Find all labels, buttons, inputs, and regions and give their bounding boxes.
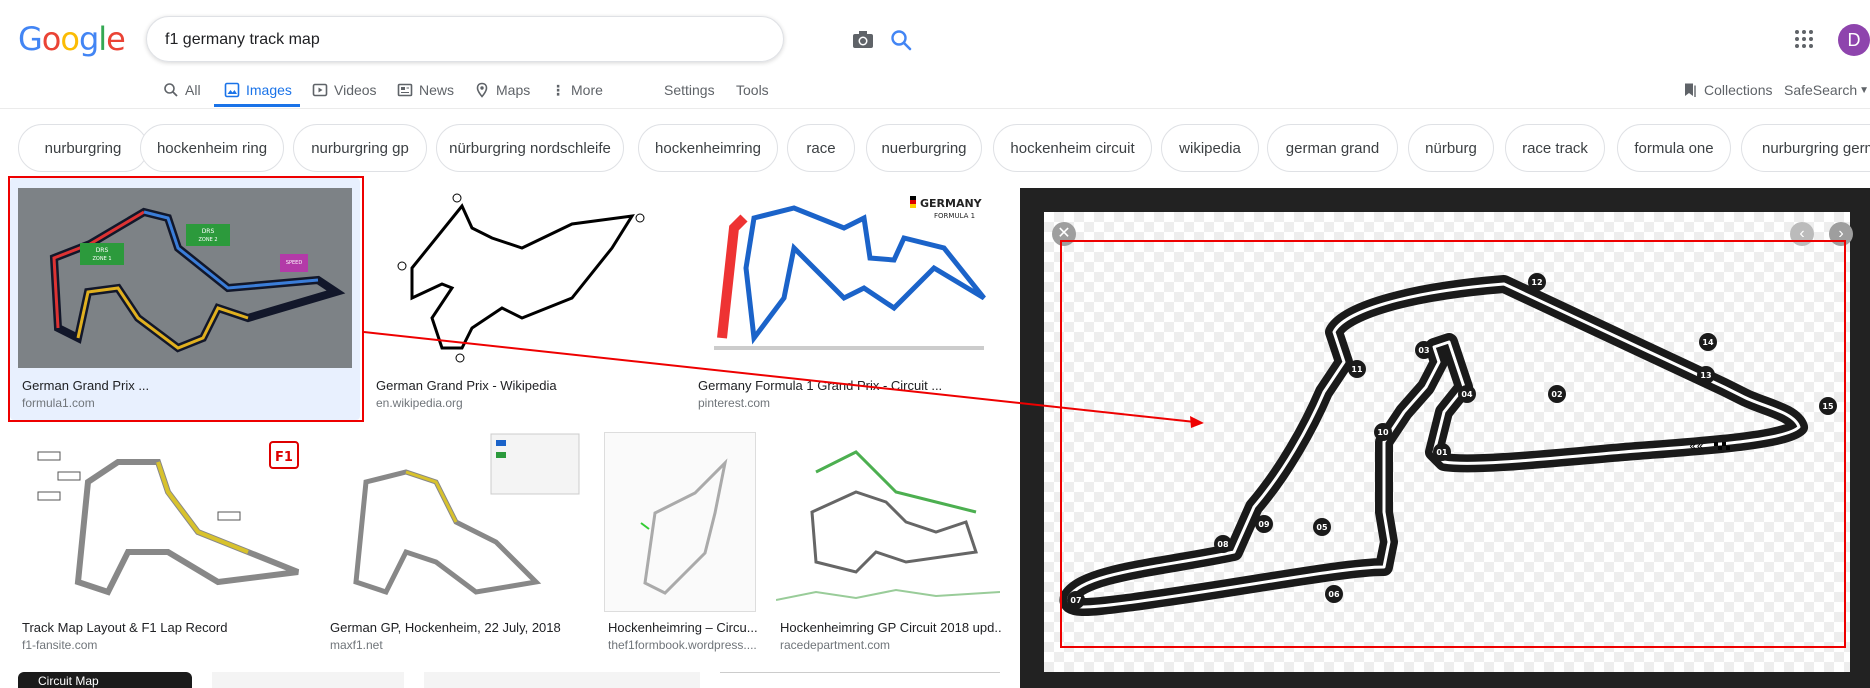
annotation-arrow xyxy=(363,331,1204,428)
